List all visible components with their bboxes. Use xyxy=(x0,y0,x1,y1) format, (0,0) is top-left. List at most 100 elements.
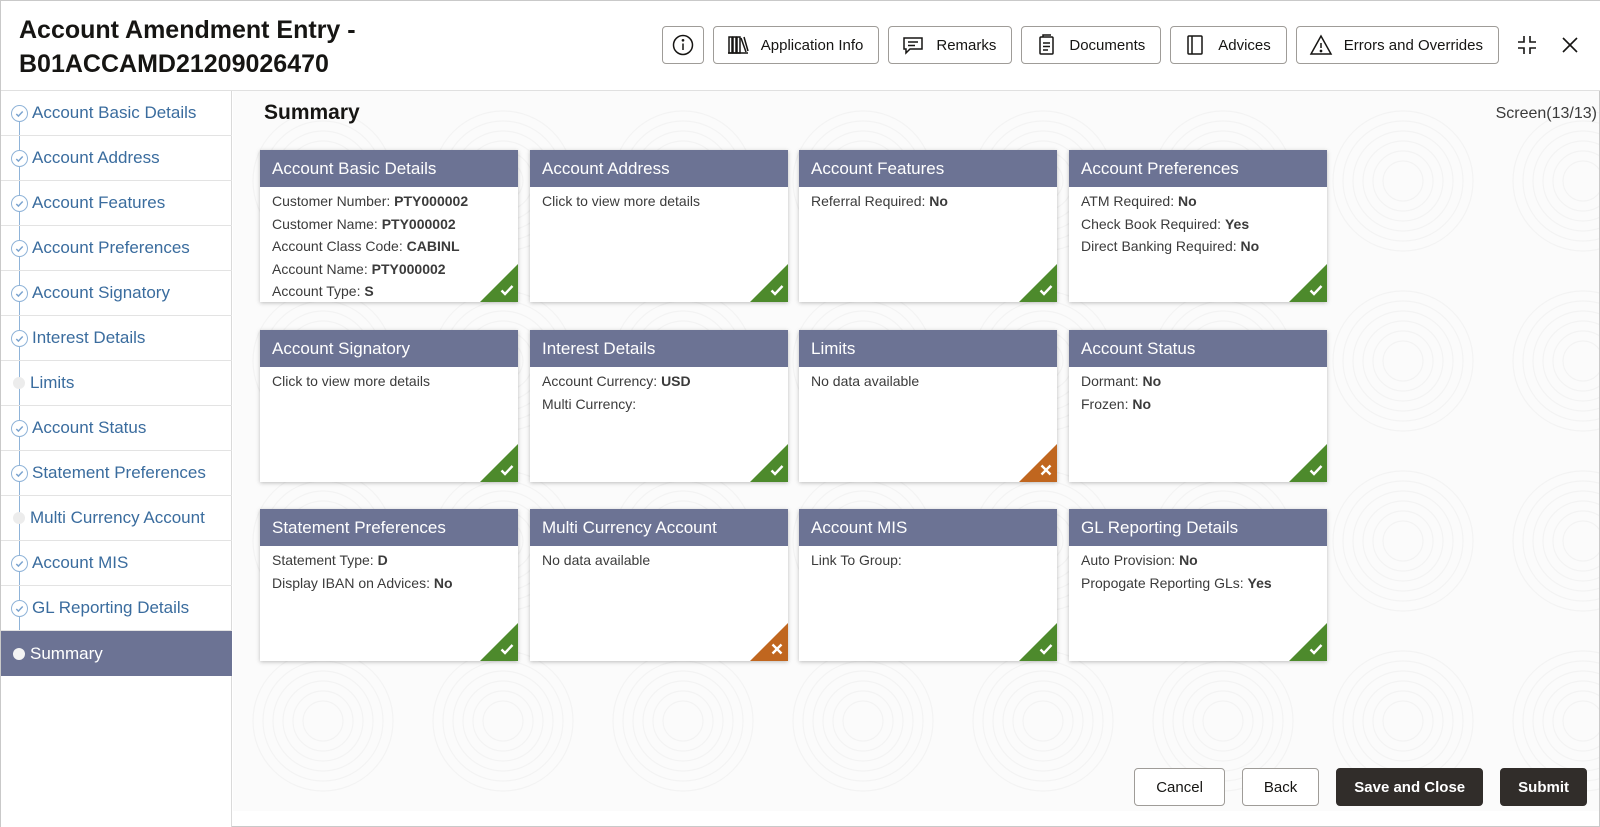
card-field: Account Type: S xyxy=(272,280,506,302)
card-body: Account Currency: USD Multi Currency: xyxy=(530,367,788,415)
card-body: Referral Required: No xyxy=(799,187,1057,213)
sidebar-item-account-address[interactable]: Account Address xyxy=(1,136,232,181)
back-button[interactable]: Back xyxy=(1241,768,1320,806)
minimize-button[interactable] xyxy=(1512,30,1542,60)
card-body: No data available xyxy=(799,367,1057,393)
save-and-close-button[interactable]: Save and Close xyxy=(1336,768,1484,806)
card-field: Referral Required: No xyxy=(811,190,1045,213)
summary-card-account-mis[interactable]: Account MIS Link To Group: xyxy=(799,509,1057,661)
card-field: Account Name: PTY000002 xyxy=(272,258,506,281)
sidebar-item-statement-preferences[interactable]: Statement Preferences xyxy=(1,451,232,496)
app-window: Account Amendment Entry - B01ACCAMD21209… xyxy=(0,0,1600,827)
sidebar-item-label: Account MIS xyxy=(32,553,129,572)
notebook-icon xyxy=(1187,35,1203,55)
books-icon xyxy=(727,36,749,54)
sidebar-item-account-basic-details[interactable]: Account Basic Details xyxy=(1,91,232,136)
card-field: Propogate Reporting GLs: Yes xyxy=(1081,572,1315,595)
card-field-value: Yes xyxy=(1224,215,1250,232)
card-field-value: S xyxy=(364,283,374,299)
card-field-label: ATM Required: xyxy=(1081,193,1178,209)
summary-card-multi-currency-account[interactable]: Multi Currency Account No data available xyxy=(530,509,788,661)
card-field: No data available xyxy=(811,370,1045,393)
summary-card-account-status[interactable]: Account Status Dormant: No Frozen: No xyxy=(1069,330,1327,482)
card-field-label: Propogate Reporting GLs: xyxy=(1081,574,1248,591)
checkmark-icon xyxy=(769,462,785,478)
errors-and-overrides-button[interactable]: Errors and Overrides xyxy=(1295,26,1499,64)
advices-label: Advices xyxy=(1218,36,1271,54)
sidebar-item-label: Account Address xyxy=(32,148,160,167)
card-field-label: Account Name: xyxy=(272,260,372,277)
close-button[interactable] xyxy=(1555,30,1585,60)
card-field-label: Auto Provision: xyxy=(1081,552,1180,568)
advices-button[interactable]: Advices xyxy=(1170,26,1287,64)
card-title: Account Preferences xyxy=(1069,150,1327,187)
close-icon xyxy=(1562,37,1578,53)
card-title: Multi Currency Account xyxy=(530,509,788,546)
documents-button[interactable]: Documents xyxy=(1021,26,1162,64)
sidebar-item-interest-details[interactable]: Interest Details xyxy=(1,316,232,361)
remarks-button[interactable]: Remarks xyxy=(888,26,1013,64)
sidebar-item-label: Account Preferences xyxy=(32,238,190,257)
summary-card-account-features[interactable]: Account Features Referral Required: No xyxy=(799,150,1057,302)
sidebar-item-account-mis[interactable]: Account MIS xyxy=(1,541,232,586)
visited-check-icon xyxy=(11,194,28,212)
sidebar-item-label: Statement Preferences xyxy=(32,463,206,482)
footer-actions: Cancel Back Save and Close Submit xyxy=(1134,768,1587,806)
visited-check-icon xyxy=(11,149,28,167)
card-field: Click to view more details xyxy=(542,190,776,213)
card-field-label: Direct Banking Required: xyxy=(1081,238,1241,254)
sidebar-item-account-signatory[interactable]: Account Signatory xyxy=(1,271,232,316)
cancel-button[interactable]: Cancel xyxy=(1134,768,1225,806)
card-field: Direct Banking Required: No xyxy=(1081,235,1315,258)
card-field-value: No xyxy=(433,574,453,591)
card-field-value: No xyxy=(1132,395,1152,412)
page-title-line2: B01ACCAMD21209026470 xyxy=(19,50,329,78)
card-field-value: USD xyxy=(661,373,691,389)
card-field: Customer Number: PTY000002 xyxy=(272,190,506,213)
card-field-label: Statement Type: xyxy=(272,552,378,568)
summary-panel: Summary Screen(13/13) Account Basic Deta… xyxy=(233,91,1599,811)
summary-card-gl-reporting-details[interactable]: GL Reporting Details Auto Provision: No Pr… xyxy=(1069,509,1327,661)
card-field-label: Dormant: xyxy=(1081,373,1143,389)
submit-button[interactable]: Submit xyxy=(1500,768,1587,806)
summary-card-interest-details[interactable]: Interest Details Account Currency: USD Mul… xyxy=(530,330,788,482)
sidebar-item-summary[interactable]: Summary xyxy=(1,631,232,676)
summary-card-account-signatory[interactable]: Account Signatory Click to view more deta… xyxy=(260,330,518,482)
summary-card-statement-preferences[interactable]: Statement Preferences Statement Type: D Di… xyxy=(260,509,518,661)
unvisited-dot-icon xyxy=(13,377,25,389)
card-field: Account Currency: USD xyxy=(542,370,776,393)
card-field: Frozen: No xyxy=(1081,393,1315,416)
card-field: Account Class Code: CABINL xyxy=(272,235,506,258)
sidebar-item-gl-reporting-details[interactable]: GL Reporting Details xyxy=(1,586,232,631)
card-field: Click to view more details xyxy=(272,370,506,393)
visited-check-icon xyxy=(11,239,28,257)
card-field: No data available xyxy=(542,549,776,572)
visited-check-icon xyxy=(11,464,28,482)
sidebar-item-limits[interactable]: Limits xyxy=(1,361,232,406)
sidebar-item-account-status[interactable]: Account Status xyxy=(1,406,232,451)
card-body: Link To Group: xyxy=(799,546,1057,572)
summary-card-account-basic-details[interactable]: Account Basic Details Customer Number: PT… xyxy=(260,150,518,302)
page-title: Account Amendment Entry - B01ACCAMD21209… xyxy=(19,13,419,81)
card-title: Limits xyxy=(799,330,1057,367)
sidebar-item-multi-currency-account[interactable]: Multi Currency Account xyxy=(1,496,232,541)
card-field-label: Frozen: xyxy=(1081,395,1133,412)
remarks-label: Remarks xyxy=(936,36,997,54)
summary-card-account-address[interactable]: Account Address Click to view more detail… xyxy=(530,150,788,302)
visited-check-icon xyxy=(11,104,28,122)
card-field: Display IBAN on Advices: No xyxy=(272,572,506,595)
application-info-button[interactable]: Application Info xyxy=(712,26,880,64)
checkmark-icon xyxy=(1308,282,1324,298)
sidebar-item-label: Account Basic Details xyxy=(32,103,197,122)
sidebar-item-account-preferences[interactable]: Account Preferences xyxy=(1,226,232,271)
card-field-label: Account Type: xyxy=(272,283,365,299)
sidebar-item-account-features[interactable]: Account Features xyxy=(1,181,232,226)
summary-card-limits[interactable]: Limits No data available xyxy=(799,330,1057,482)
cross-icon xyxy=(1038,462,1054,478)
card-body: Dormant: No Frozen: No xyxy=(1069,367,1327,415)
header: Account Amendment Entry - B01ACCAMD21209… xyxy=(1,1,1600,91)
card-field-label: Link To Group: xyxy=(811,552,902,568)
summary-card-account-preferences[interactable]: Account Preferences ATM Required: No Check… xyxy=(1069,150,1327,302)
info-button[interactable] xyxy=(661,26,704,64)
card-field-label: No data available xyxy=(811,373,920,389)
